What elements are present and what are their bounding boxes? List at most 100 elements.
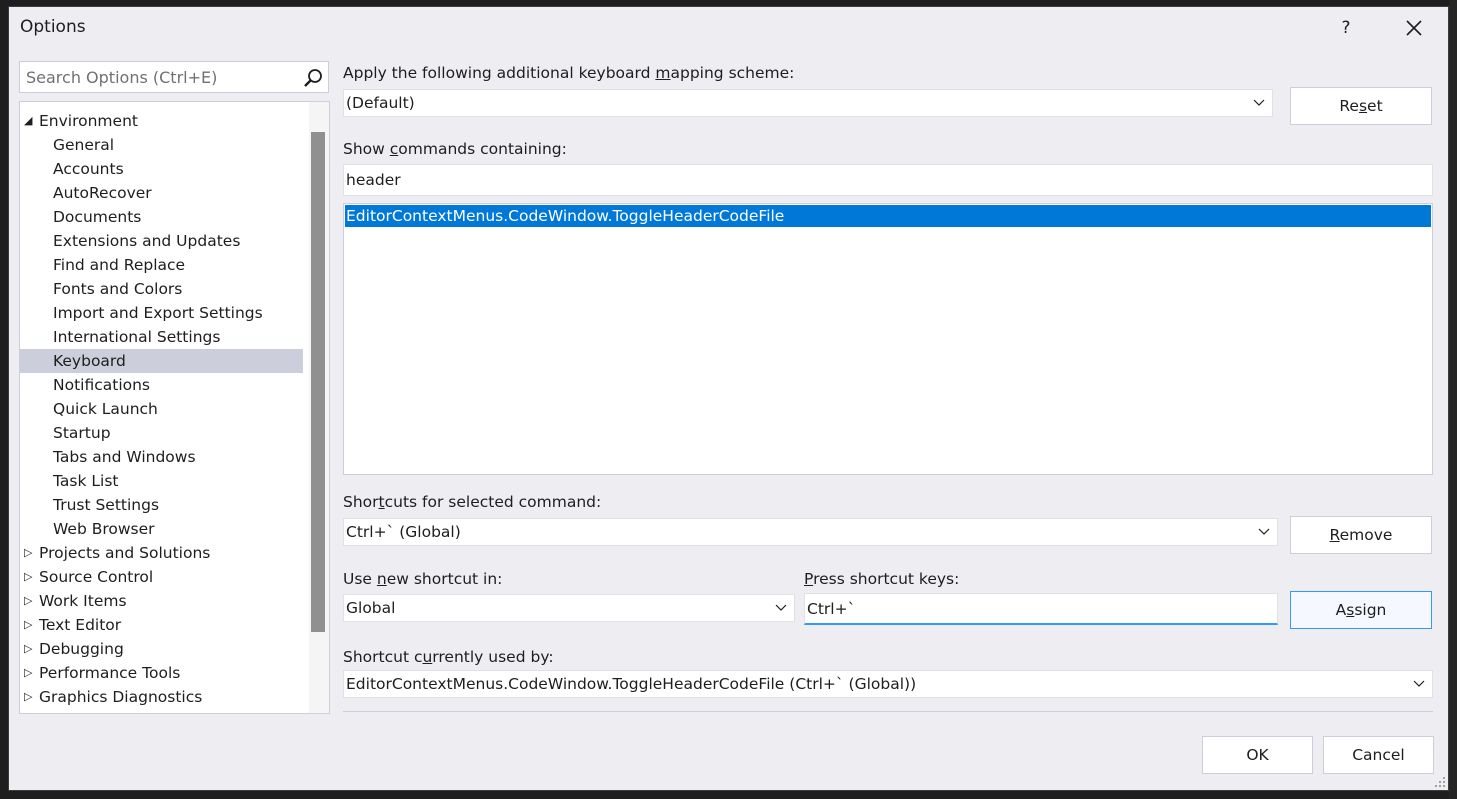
tree-item[interactable]: ▷ Text Editor bbox=[20, 613, 303, 637]
tree-item[interactable]: ◢ Environment bbox=[20, 109, 303, 133]
tree-item-label: Environment bbox=[39, 112, 138, 130]
chevron-down-icon bbox=[1258, 528, 1270, 535]
currently-used-by-value: EditorContextMenus.CodeWindow.ToggleHead… bbox=[346, 675, 917, 693]
tree-item[interactable]: ▷ Graphics Diagnostics bbox=[20, 685, 303, 709]
tree-item[interactable]: Keyboard bbox=[20, 349, 303, 373]
tree-item[interactable]: International Settings bbox=[20, 325, 303, 349]
tree-item[interactable]: Notifications bbox=[20, 373, 303, 397]
mapping-scheme-value: (Default) bbox=[346, 94, 415, 112]
search-icon[interactable] bbox=[302, 67, 324, 89]
tree-collapsed-arrow-icon[interactable]: ▷ bbox=[24, 685, 32, 709]
tree-item-label: Source Control bbox=[39, 568, 154, 586]
tree-item-label: General bbox=[53, 136, 115, 154]
tree-item-label: International Settings bbox=[53, 328, 221, 346]
tree-item[interactable]: AutoRecover bbox=[20, 181, 303, 205]
show-commands-input[interactable]: header bbox=[343, 164, 1433, 196]
help-button[interactable]: ? bbox=[1331, 13, 1361, 43]
cancel-button[interactable]: Cancel bbox=[1323, 736, 1434, 774]
tree-item[interactable]: Documents bbox=[20, 205, 303, 229]
tree-collapsed-arrow-icon[interactable]: ▷ bbox=[24, 589, 32, 613]
use-shortcut-in-label: Use new shortcut in: bbox=[343, 570, 503, 588]
tree-item[interactable]: Trust Settings bbox=[20, 493, 303, 517]
tree-item[interactable]: ▷ Projects and Solutions bbox=[20, 541, 303, 565]
tree-collapsed-arrow-icon[interactable]: ▷ bbox=[24, 637, 32, 661]
tree-item[interactable]: ▷ Debugging bbox=[20, 637, 303, 661]
chevron-down-icon bbox=[1253, 99, 1265, 106]
close-button[interactable] bbox=[1399, 13, 1429, 43]
tree-item-label: Trust Settings bbox=[53, 496, 160, 514]
ok-button[interactable]: OK bbox=[1202, 736, 1313, 774]
tree-collapsed-arrow-icon[interactable]: ▷ bbox=[24, 541, 32, 565]
tree-item[interactable]: Fonts and Colors bbox=[20, 277, 303, 301]
tree-item[interactable]: Accounts bbox=[20, 157, 303, 181]
use-shortcut-in-combo[interactable]: Global bbox=[343, 594, 795, 622]
options-dialog: Options ? ◢ Environment General Accounts Aut… bbox=[8, 6, 1449, 791]
tree-collapsed-arrow-icon[interactable]: ▷ bbox=[24, 661, 32, 685]
tree-item[interactable]: Find and Replace bbox=[20, 253, 303, 277]
tree-scrollbar[interactable] bbox=[309, 102, 329, 713]
command-list-item[interactable]: EditorContextMenus.CodeWindow.ToggleHead… bbox=[345, 205, 1431, 227]
show-commands-label: Show commands containing: bbox=[343, 140, 567, 158]
tree-collapsed-arrow-icon[interactable]: ▷ bbox=[24, 565, 32, 589]
mapping-scheme-label: Apply the following additional keyboard … bbox=[343, 64, 795, 82]
remove-button[interactable]: Remove bbox=[1290, 516, 1432, 554]
shortcuts-value: Ctrl+` (Global) bbox=[346, 523, 461, 541]
shortcuts-combo[interactable]: Ctrl+` (Global) bbox=[343, 518, 1278, 546]
press-shortcut-input[interactable]: Ctrl+` bbox=[804, 593, 1278, 625]
tree-item[interactable]: ▷ Source Control bbox=[20, 565, 303, 589]
tree-item-label: Notifications bbox=[53, 376, 151, 394]
tree-item-label: Performance Tools bbox=[39, 664, 181, 682]
tree-scrollbar-thumb[interactable] bbox=[311, 132, 325, 632]
search-options-input[interactable] bbox=[20, 62, 290, 92]
tree-item-label: Graphics Diagnostics bbox=[39, 688, 203, 706]
tree-item[interactable]: ▷ Work Items bbox=[20, 589, 303, 613]
command-list[interactable]: EditorContextMenus.CodeWindow.ToggleHead… bbox=[343, 203, 1433, 475]
title-bar: Options ? bbox=[9, 7, 1448, 49]
shortcuts-label: Shortcuts for selected command: bbox=[343, 493, 602, 511]
use-shortcut-in-value: Global bbox=[346, 599, 396, 617]
tree-collapsed-arrow-icon[interactable]: ▷ bbox=[24, 613, 32, 637]
chevron-down-icon bbox=[1413, 680, 1425, 687]
tree-item[interactable]: General bbox=[20, 133, 303, 157]
tree-item-label: Import and Export Settings bbox=[53, 304, 263, 322]
currently-used-by-combo[interactable]: EditorContextMenus.CodeWindow.ToggleHead… bbox=[343, 670, 1433, 698]
tree-item[interactable]: Task List bbox=[20, 469, 303, 493]
tree-item[interactable]: Startup bbox=[20, 421, 303, 445]
background-editor-edge bbox=[1449, 0, 1457, 799]
close-icon bbox=[1406, 20, 1422, 36]
dialog-title: Options bbox=[20, 17, 86, 37]
tree-item[interactable]: Web Browser bbox=[20, 517, 303, 541]
resize-grip-icon[interactable] bbox=[1434, 776, 1446, 788]
tree-item-label: Quick Launch bbox=[53, 400, 158, 418]
currently-used-by-label: Shortcut currently used by: bbox=[343, 648, 554, 666]
press-shortcut-label: Press shortcut keys: bbox=[804, 570, 960, 588]
tree-item-label: Find and Replace bbox=[53, 256, 186, 274]
tree-item[interactable]: Quick Launch bbox=[20, 397, 303, 421]
tree-item-label: Projects and Solutions bbox=[39, 544, 211, 562]
reset-button[interactable]: Reset bbox=[1290, 87, 1432, 125]
tree-item-label: Work Items bbox=[39, 592, 127, 610]
chevron-down-icon bbox=[775, 604, 787, 611]
search-options-box[interactable] bbox=[19, 61, 329, 93]
tree-item-label: Keyboard bbox=[53, 352, 126, 370]
tree-item[interactable]: Tabs and Windows bbox=[20, 445, 303, 469]
tree-item-label: AutoRecover bbox=[53, 184, 152, 202]
tree-item-label: Task List bbox=[53, 472, 119, 490]
tree-item[interactable]: ▷ Performance Tools bbox=[20, 661, 303, 685]
mapping-scheme-combo[interactable]: (Default) bbox=[343, 89, 1273, 117]
tree-item-label: Tabs and Windows bbox=[53, 448, 196, 466]
tree-expanded-arrow-icon[interactable]: ◢ bbox=[24, 109, 32, 133]
assign-button[interactable]: Assign bbox=[1290, 591, 1432, 629]
tree-item-label: Fonts and Colors bbox=[53, 280, 183, 298]
tree-item[interactable]: Extensions and Updates bbox=[20, 229, 303, 253]
tree-item-label: Accounts bbox=[53, 160, 124, 178]
options-tree[interactable]: ◢ Environment General Accounts AutoRecover Do… bbox=[19, 101, 330, 714]
tree-item-label: Debugging bbox=[39, 640, 124, 658]
tree-item-label: Text Editor bbox=[39, 616, 122, 634]
tree-item-label: Extensions and Updates bbox=[53, 232, 241, 250]
tree-item-label: Web Browser bbox=[53, 520, 155, 538]
tree-item[interactable]: Import and Export Settings bbox=[20, 301, 303, 325]
tree-item-label: Documents bbox=[53, 208, 142, 226]
tree-item-label: Startup bbox=[53, 424, 111, 442]
footer-separator bbox=[343, 711, 1433, 712]
